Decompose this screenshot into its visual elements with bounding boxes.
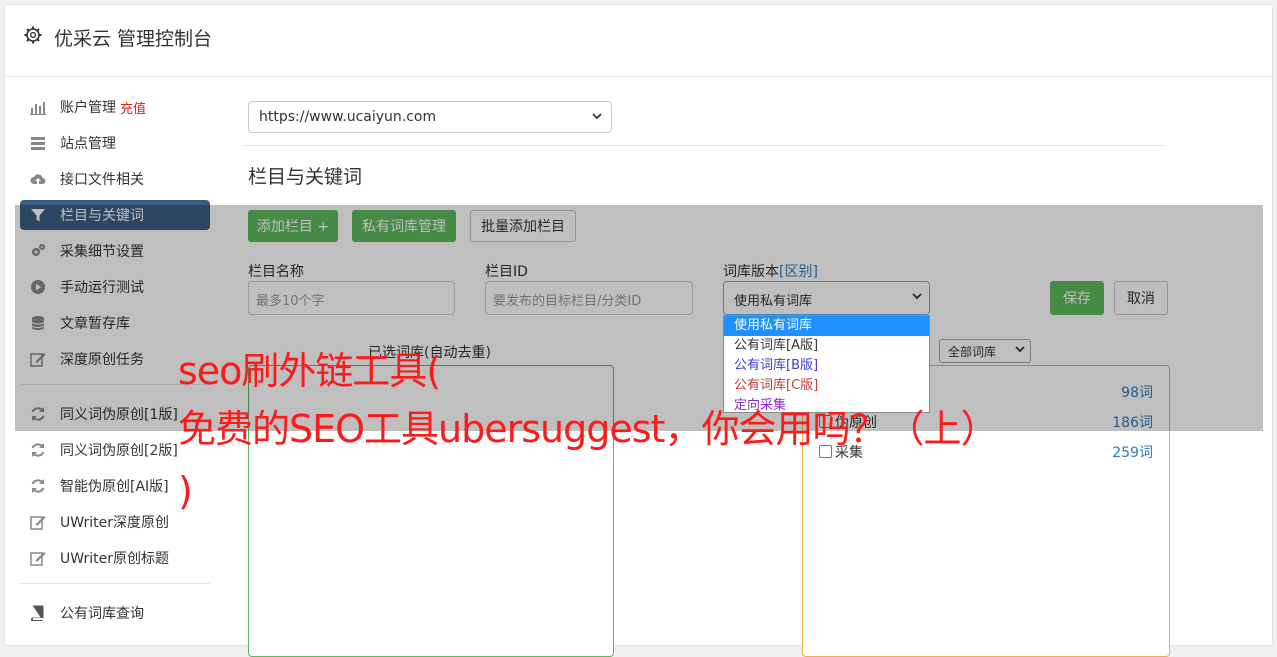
lib-version-label-text: 词库版本: [723, 264, 779, 280]
sidebar-item-label: 站点管理: [60, 136, 116, 152]
private-lib-button[interactable]: 私有词库管理: [352, 210, 456, 242]
book-icon: [31, 605, 44, 621]
dropdown-option[interactable]: 公有词库[A版]: [724, 336, 929, 356]
chevron-down-icon: [592, 113, 602, 120]
section-title: 栏目与关键词: [248, 166, 363, 188]
filter-icon: [31, 209, 45, 222]
edit-icon: [30, 353, 46, 367]
sidebar-item-label: 采集细节设置: [60, 244, 144, 260]
sidebar-item-label: UWriter原创标题: [60, 551, 169, 567]
watermark-line-2: 免费的SEO工具ubersuggest，你会用吗？（上）: [178, 407, 998, 451]
word-count: 98词: [1121, 385, 1153, 401]
cogs-icon: [32, 244, 45, 256]
save-button[interactable]: 保存: [1050, 281, 1104, 315]
sidebar-item-collect-settings[interactable]: 采集细节设置: [20, 236, 210, 266]
refresh-icon: [31, 443, 45, 457]
cancel-button[interactable]: 取消: [1114, 281, 1168, 315]
chevron-down-icon: [912, 293, 922, 300]
edit-icon: [30, 552, 46, 566]
sidebar-item-label: 同义词伪原创[1版]: [60, 407, 178, 423]
chevron-down-icon: [1015, 346, 1025, 353]
column-id-input[interactable]: 要发布的目标栏目/分类ID: [485, 281, 693, 315]
all-lib-select-value: 全部词库: [948, 345, 997, 359]
play-circle-icon: [31, 280, 45, 294]
sidebar-item-columns-keywords[interactable]: 栏目与关键词: [20, 200, 210, 230]
sidebar-item-manual-run[interactable]: 手动运行测试: [20, 272, 210, 302]
site-select[interactable]: https://www.ucaiyun.com: [248, 101, 612, 133]
sidebar-item-label: 手动运行测试: [60, 280, 144, 296]
sidebar-item-label: 智能伪原创[AI版]: [60, 479, 169, 495]
column-name-input[interactable]: 最多10个字: [248, 281, 455, 315]
gear-icon: [24, 26, 42, 44]
watermark-line-3: ): [178, 469, 193, 513]
refresh-icon: [31, 479, 45, 493]
sidebar-item-label: 栏目与关键词: [60, 208, 144, 224]
sidebar-divider: [20, 583, 210, 584]
dropdown-option[interactable]: 公有词库[B版]: [724, 356, 929, 376]
page-title: 优采云 管理控制台: [54, 28, 213, 50]
bar-chart-icon: [30, 102, 46, 115]
lib-version-value: 使用私有词库: [734, 294, 813, 309]
sidebar-item-article-storage[interactable]: 文章暂存库: [20, 308, 210, 338]
dropdown-option[interactable]: 公有词库[C版]: [724, 376, 929, 396]
lib-version-dropdown: 使用私有词库 公有词库[A版] 公有词库[B版] 公有词库[C版] 定向采集: [723, 315, 930, 413]
lib-version-select[interactable]: 使用私有词库: [723, 281, 930, 315]
column-name-label: 栏目名称: [248, 264, 304, 280]
sidebar-item-account[interactable]: 账户管理 充值: [20, 92, 210, 122]
difference-link[interactable]: [区别]: [779, 264, 818, 280]
dropdown-option[interactable]: 使用私有词库: [724, 316, 929, 336]
lib-version-label: 词库版本[区别]: [723, 261, 818, 281]
sidebar-item-label: 同义词伪原创[2版]: [60, 443, 178, 459]
edit-icon: [30, 516, 46, 530]
all-lib-select[interactable]: 全部词库: [939, 339, 1031, 363]
word-count: 186词: [1112, 415, 1153, 431]
refresh-icon: [31, 407, 45, 421]
sidebar-item-interface[interactable]: 接口文件相关: [20, 164, 210, 194]
sidebar-item-sites[interactable]: 站点管理: [20, 128, 210, 158]
database-icon: [31, 316, 45, 330]
sidebar-item-label: 深度原创任务: [60, 352, 144, 368]
sidebar-item-label: 接口文件相关: [60, 172, 144, 188]
server-icon: [31, 137, 45, 150]
watermark-line-1: seo刷外链工具(: [178, 349, 441, 393]
sidebar-item-public-lib[interactable]: 公有词库查询: [20, 598, 210, 628]
page-header: 优采云 管理控制台: [5, 5, 1272, 77]
divider: [244, 145, 1164, 146]
batch-add-button[interactable]: 批量添加栏目: [470, 210, 576, 242]
site-select-value: https://www.ucaiyun.com: [259, 109, 437, 125]
sidebar-item-uwriter-title[interactable]: UWriter原创标题: [20, 543, 210, 573]
recharge-link[interactable]: 充值: [120, 98, 146, 117]
column-id-label: 栏目ID: [485, 264, 528, 280]
cloud-upload-icon: [30, 174, 46, 184]
word-count: 259词: [1112, 445, 1153, 461]
sidebar-item-label: 公有词库查询: [60, 606, 144, 622]
sidebar-item-label: 账户管理: [60, 100, 116, 116]
sidebar-item-label: 文章暂存库: [60, 316, 130, 332]
add-column-button[interactable]: 添加栏目 +: [248, 210, 338, 242]
sidebar-item-label: UWriter深度原创: [60, 515, 169, 531]
